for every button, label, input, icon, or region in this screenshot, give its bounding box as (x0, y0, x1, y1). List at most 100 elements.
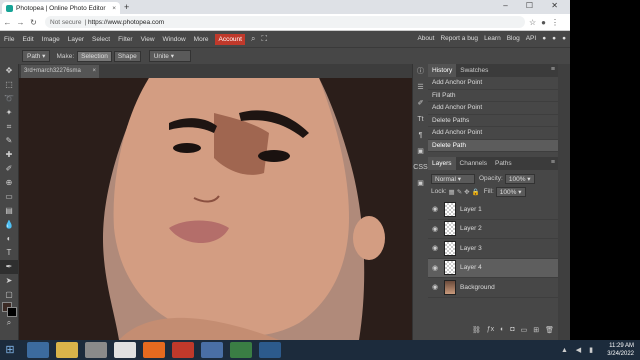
healing-tool-icon[interactable]: ✚ (0, 148, 18, 162)
adjustment-layer-icon[interactable]: ◐ (500, 326, 504, 338)
not-secure-badge[interactable]: Not secure (50, 19, 81, 26)
menu-view[interactable]: View (137, 36, 159, 43)
layer-mask-icon[interactable]: ◘ (510, 326, 514, 338)
tab-paths[interactable]: Paths (491, 157, 516, 170)
history-item[interactable]: Add Anchor Point (428, 77, 558, 90)
brush-tool-icon[interactable]: ✐ (0, 162, 18, 176)
link-learn[interactable]: Learn (484, 35, 501, 42)
link-about[interactable]: About (417, 35, 434, 42)
link-api[interactable]: API (526, 35, 536, 42)
eraser-tool-icon[interactable]: ▭ (0, 190, 18, 204)
zoom-tool-icon[interactable]: ⌕ (0, 316, 18, 330)
type-tool-icon[interactable]: T (0, 246, 18, 260)
character-panel-icon[interactable]: Tt (413, 112, 428, 128)
system-clock[interactable]: 11:29 AM 3/24/2022 (607, 342, 634, 358)
layer-row[interactable]: ◉ Layer 1 (428, 200, 558, 220)
tab-layers[interactable]: Layers (428, 157, 456, 170)
info-icon[interactable]: ⓘ (413, 64, 428, 80)
path-mode-select[interactable]: Path ▾ (22, 50, 51, 62)
lasso-tool-icon[interactable]: ➰ (0, 92, 18, 106)
eyedropper-tool-icon[interactable]: ✎ (0, 134, 18, 148)
panel-scrollbar[interactable] (558, 64, 570, 340)
crop-tool-icon[interactable]: ⌗ (0, 120, 18, 134)
new-group-icon[interactable]: ▭ (521, 326, 528, 338)
browser-tab[interactable]: Photopea | Online Photo Editor × (2, 2, 120, 14)
path-operation-select[interactable]: Unite ▾ (148, 50, 191, 62)
start-button-icon[interactable]: ⊞ (0, 340, 20, 360)
path-select-tool-icon[interactable]: ➤ (0, 274, 18, 288)
fill-input[interactable]: 100% ▾ (495, 186, 526, 197)
menu-edit[interactable]: Edit (18, 36, 37, 43)
layer-row[interactable]: ◉ Background (428, 278, 558, 298)
forward-icon[interactable]: → (15, 18, 26, 27)
system-tray-icons[interactable]: ▲ ◀ ▮ (561, 346, 596, 354)
properties-icon[interactable]: ☰ (413, 80, 428, 96)
pen-tool-icon[interactable]: ✒ (0, 260, 18, 274)
document-tab[interactable]: 3rd+march32276sma × (21, 65, 99, 78)
search-icon[interactable]: ⌕ (251, 34, 255, 44)
history-menu-icon[interactable]: ≡ (551, 66, 555, 73)
menu-more[interactable]: More (190, 36, 213, 43)
magic-wand-tool-icon[interactable]: ✦ (0, 106, 18, 120)
firefox-taskbar-icon[interactable] (143, 342, 165, 358)
reddit-icon[interactable]: ● (542, 35, 546, 42)
app2-taskbar-icon[interactable] (201, 342, 223, 358)
fullscreen-icon[interactable]: ⛶ (261, 34, 267, 44)
close-tab-icon[interactable]: × (112, 5, 116, 12)
reload-icon[interactable]: ↻ (28, 18, 39, 27)
facebook-icon[interactable]: ● (562, 35, 566, 42)
link-blog[interactable]: Blog (507, 35, 520, 42)
url-input[interactable]: Not secure | https://www.photopea.com (45, 16, 525, 28)
make-shape-button[interactable]: Shape (113, 50, 141, 62)
link-report-bug[interactable]: Report a bug (440, 35, 478, 42)
menu-layer[interactable]: Layer (64, 36, 88, 43)
app4-taskbar-icon[interactable] (259, 342, 281, 358)
background-color-swatch[interactable] (7, 307, 17, 317)
chrome-taskbar-icon[interactable] (114, 342, 136, 358)
blur-tool-icon[interactable]: 💧 (0, 218, 18, 232)
menu-select[interactable]: Select (88, 36, 114, 43)
move-tool-icon[interactable]: ✥ (0, 64, 18, 78)
app-taskbar-icon[interactable] (172, 342, 194, 358)
visibility-eye-icon[interactable]: ◉ (428, 244, 442, 252)
tab-swatches[interactable]: Swatches (456, 64, 492, 77)
visibility-eye-icon[interactable]: ◉ (428, 225, 442, 233)
blend-mode-select[interactable]: Normal ▾ (431, 173, 475, 184)
window-controls[interactable]: – ☐ ✕ (503, 1, 566, 10)
css-panel-icon[interactable]: CSS (413, 160, 428, 176)
dodge-tool-icon[interactable]: ◐ (0, 232, 18, 246)
visibility-eye-icon[interactable]: ◉ (428, 205, 442, 213)
history-item[interactable]: Delete Paths (428, 115, 558, 127)
artwork-canvas[interactable] (19, 78, 412, 340)
brush-panel-icon[interactable]: ✐ (413, 96, 428, 112)
delete-layer-icon[interactable]: 🗑 (545, 326, 554, 338)
visibility-eye-icon[interactable]: ◉ (428, 283, 442, 291)
layer-row-active[interactable]: ◉ Layer 4 (428, 258, 558, 278)
account-button[interactable]: Account (215, 33, 245, 45)
explorer-taskbar-icon[interactable] (56, 342, 78, 358)
menu-window[interactable]: Window (159, 36, 190, 43)
image-panel-icon[interactable]: ▣ (413, 144, 428, 160)
visibility-eye-icon[interactable]: ◉ (428, 264, 442, 272)
layer-row[interactable]: ◉ Layer 3 (428, 239, 558, 259)
history-item[interactable]: Add Anchor Point (428, 102, 558, 115)
shape-tool-icon[interactable]: ▢ (0, 288, 18, 302)
menu-image[interactable]: Image (38, 36, 64, 43)
color-swatches[interactable] (2, 302, 17, 317)
menu-file[interactable]: File (0, 36, 18, 43)
opacity-input[interactable]: 100% ▾ (504, 173, 535, 184)
new-layer-icon[interactable]: ⊞ (533, 326, 539, 338)
clone-tool-icon[interactable]: ⊕ (0, 176, 18, 190)
back-icon[interactable]: ← (2, 18, 13, 27)
layer-row[interactable]: ◉ Layer 2 (428, 220, 558, 239)
tab-channels[interactable]: Channels (456, 157, 491, 170)
marquee-tool-icon[interactable]: ⬚ (0, 78, 18, 92)
history-item[interactable]: Add Anchor Point (428, 127, 558, 140)
tab-history[interactable]: History (428, 64, 457, 77)
menu-filter[interactable]: Filter (114, 36, 136, 43)
close-document-icon[interactable]: × (92, 65, 96, 78)
image-panel-icon-2[interactable]: ▣ (413, 176, 428, 192)
canvas-area[interactable] (19, 78, 412, 340)
link-layers-icon[interactable]: ⛓ (472, 326, 481, 338)
history-item[interactable]: Fill Path (428, 90, 558, 102)
